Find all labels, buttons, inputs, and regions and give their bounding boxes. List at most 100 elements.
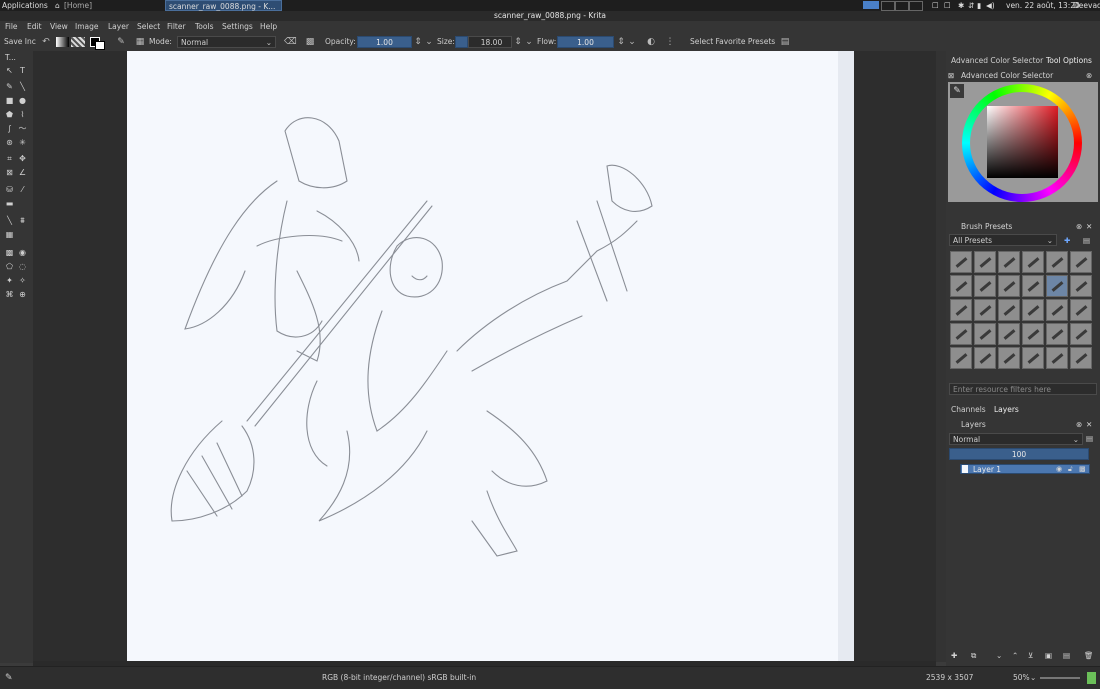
opacity-menu-icon[interactable]: ⌄ bbox=[424, 37, 434, 47]
duplicate-layer-icon[interactable]: ⧉ bbox=[971, 651, 976, 661]
brush-preset[interactable] bbox=[1070, 323, 1092, 345]
brush-preset[interactable] bbox=[974, 347, 996, 369]
panel-float-icon[interactable]: ⊗ bbox=[1086, 71, 1092, 80]
layer-lock-icon[interactable]: 🔓︎ bbox=[1068, 465, 1073, 474]
brush-preset[interactable] bbox=[998, 323, 1020, 345]
brush-preset[interactable] bbox=[950, 347, 972, 369]
rectangle-tool-icon[interactable]: ■ bbox=[5, 96, 14, 105]
eraser-mode-icon[interactable]: ⌫ bbox=[284, 37, 297, 47]
move-layer-down-icon[interactable]: ⌄ bbox=[996, 651, 1002, 660]
flow-spin-icon[interactable]: ⇕ bbox=[616, 37, 626, 47]
brush-preset[interactable] bbox=[1022, 299, 1044, 321]
delete-layer-icon[interactable]: 🗑︎ bbox=[1084, 651, 1094, 660]
tray-window-icon[interactable]: ☐ bbox=[932, 0, 939, 11]
resource-filter-input[interactable]: Enter resource filters here bbox=[949, 383, 1097, 395]
brush-preset[interactable] bbox=[998, 275, 1020, 297]
brush-preset[interactable] bbox=[1022, 251, 1044, 273]
favorite-presets-button[interactable]: Select Favorite Presets bbox=[690, 33, 775, 51]
brush-preset[interactable] bbox=[1070, 347, 1092, 369]
polygon-tool-icon[interactable]: ⬟ bbox=[5, 110, 14, 119]
background-color[interactable] bbox=[95, 41, 105, 50]
workspace-icon[interactable]: ▤ bbox=[780, 37, 790, 47]
image-size-info[interactable]: 2539 x 3507 bbox=[926, 667, 973, 689]
brush-preset[interactable] bbox=[1070, 299, 1092, 321]
merge-layer-icon[interactable]: ⊻ bbox=[1028, 651, 1034, 660]
presets-float-icon[interactable]: ⊗ bbox=[1076, 222, 1082, 231]
brush-preset[interactable] bbox=[1046, 251, 1068, 273]
fill-tool-icon[interactable]: ⛁ bbox=[5, 185, 14, 194]
brush-preset[interactable] bbox=[950, 299, 972, 321]
layer-properties-bottom-icon[interactable]: ▣ bbox=[1045, 651, 1052, 660]
fg-bg-color-icon[interactable] bbox=[90, 37, 105, 50]
preserve-alpha-icon[interactable]: ▩ bbox=[305, 37, 315, 47]
ellipse-select-icon[interactable]: ◉ bbox=[18, 248, 27, 257]
freehand-brush-icon[interactable]: ✎ bbox=[5, 82, 14, 91]
workspace-3[interactable] bbox=[895, 1, 909, 11]
layer-blend-mode-dropdown[interactable]: Normal ⌄ bbox=[949, 433, 1083, 445]
flow-slider[interactable]: 1.00 bbox=[557, 36, 614, 48]
line-tool-icon[interactable]: ╲ bbox=[18, 82, 27, 91]
menu-file[interactable]: File bbox=[5, 21, 18, 33]
presets-close-icon[interactable]: ✕ bbox=[1086, 222, 1092, 231]
gradient-swatch[interactable] bbox=[56, 37, 69, 47]
size-slider-fill[interactable] bbox=[455, 36, 468, 48]
mirror-vertical-icon[interactable]: ⋮ bbox=[665, 37, 675, 47]
layer-opacity-slider[interactable]: 100 bbox=[949, 448, 1089, 460]
canvas-paper[interactable] bbox=[127, 51, 854, 661]
text-tool-icon[interactable]: T bbox=[18, 66, 27, 75]
brush-preset-selected[interactable] bbox=[1046, 275, 1068, 297]
brush-preset[interactable] bbox=[950, 251, 972, 273]
workspace-2[interactable] bbox=[881, 1, 895, 11]
ellipse-tool-icon[interactable]: ● bbox=[18, 96, 27, 105]
menu-filter[interactable]: Filter bbox=[167, 21, 186, 33]
brush-preset[interactable] bbox=[974, 323, 996, 345]
pattern-swatch[interactable] bbox=[71, 37, 85, 47]
move-layer-up-icon[interactable]: ⌃ bbox=[1012, 651, 1018, 660]
select-shape-icon[interactable]: ↖ bbox=[5, 66, 14, 75]
battery-icon[interactable]: ▮ bbox=[977, 0, 981, 11]
layer-alpha-icon[interactable]: ▩ bbox=[1079, 465, 1086, 473]
measure-tool-icon[interactable]: ∠ bbox=[18, 168, 27, 177]
polygon-select-icon[interactable]: ⬠ bbox=[5, 262, 14, 271]
rect-select-icon[interactable]: ▩ bbox=[5, 248, 14, 257]
tab-channels[interactable]: Channels bbox=[951, 405, 986, 414]
brush-preset[interactable] bbox=[1022, 347, 1044, 369]
network-icon[interactable]: ⇵ bbox=[968, 0, 974, 11]
assistant-tool-icon[interactable]: ╲ bbox=[5, 216, 14, 225]
blend-mode-dropdown[interactable]: Normal ⌄ bbox=[177, 36, 276, 48]
tab-tool-options[interactable]: Tool Options bbox=[1046, 56, 1092, 65]
brush-preset[interactable] bbox=[974, 275, 996, 297]
color-space-info[interactable]: RGB (8-bit integer/channel) sRGB built-i… bbox=[322, 667, 476, 689]
menu-image[interactable]: Image bbox=[75, 21, 99, 33]
menu-view[interactable]: View bbox=[50, 21, 68, 33]
menu-layer[interactable]: Layer bbox=[108, 21, 129, 33]
brush-preset[interactable] bbox=[1022, 275, 1044, 297]
size-spin-icon[interactable]: ⇕ bbox=[513, 37, 523, 47]
preset-view-icon[interactable]: ▤ bbox=[1083, 236, 1090, 245]
brush-preset[interactable] bbox=[1046, 299, 1068, 321]
size-menu-icon[interactable]: ⌄ bbox=[524, 37, 534, 47]
brush-preset[interactable] bbox=[1046, 347, 1068, 369]
workspace-1[interactable] bbox=[863, 1, 879, 9]
applications-menu[interactable]: Applications bbox=[2, 0, 48, 11]
brush-preset[interactable] bbox=[1070, 275, 1092, 297]
add-preset-tag-icon[interactable]: ✚ bbox=[1064, 236, 1070, 245]
freehand-path-icon[interactable]: 〜 bbox=[18, 124, 27, 133]
brush-preset[interactable] bbox=[950, 275, 972, 297]
bezier-select-icon[interactable]: ⌘ bbox=[5, 290, 14, 299]
krita-task[interactable]: scanner_raw_0088.png - K... bbox=[165, 0, 282, 11]
similar-select-icon[interactable]: ✧ bbox=[18, 276, 27, 285]
brush-preset[interactable] bbox=[974, 251, 996, 273]
gradient-tool-icon[interactable]: ▬ bbox=[5, 199, 14, 208]
tray-window2-icon[interactable]: ☐ bbox=[944, 0, 951, 11]
polyline-tool-icon[interactable]: ⌇ bbox=[18, 110, 27, 119]
vertical-scrollbar[interactable] bbox=[936, 51, 946, 662]
menu-tools[interactable]: Tools bbox=[195, 21, 213, 33]
mirror-horizontal-icon[interactable]: ◐ bbox=[646, 37, 656, 47]
home-icon[interactable]: ⌂ bbox=[55, 0, 60, 11]
saturation-value-square[interactable] bbox=[987, 106, 1058, 178]
brush-preset[interactable] bbox=[974, 299, 996, 321]
workspace-4[interactable] bbox=[909, 1, 923, 11]
user-name[interactable]: Deevad bbox=[1073, 0, 1100, 11]
clock[interactable]: ven. 22 août, 13:20 bbox=[1006, 0, 1080, 11]
